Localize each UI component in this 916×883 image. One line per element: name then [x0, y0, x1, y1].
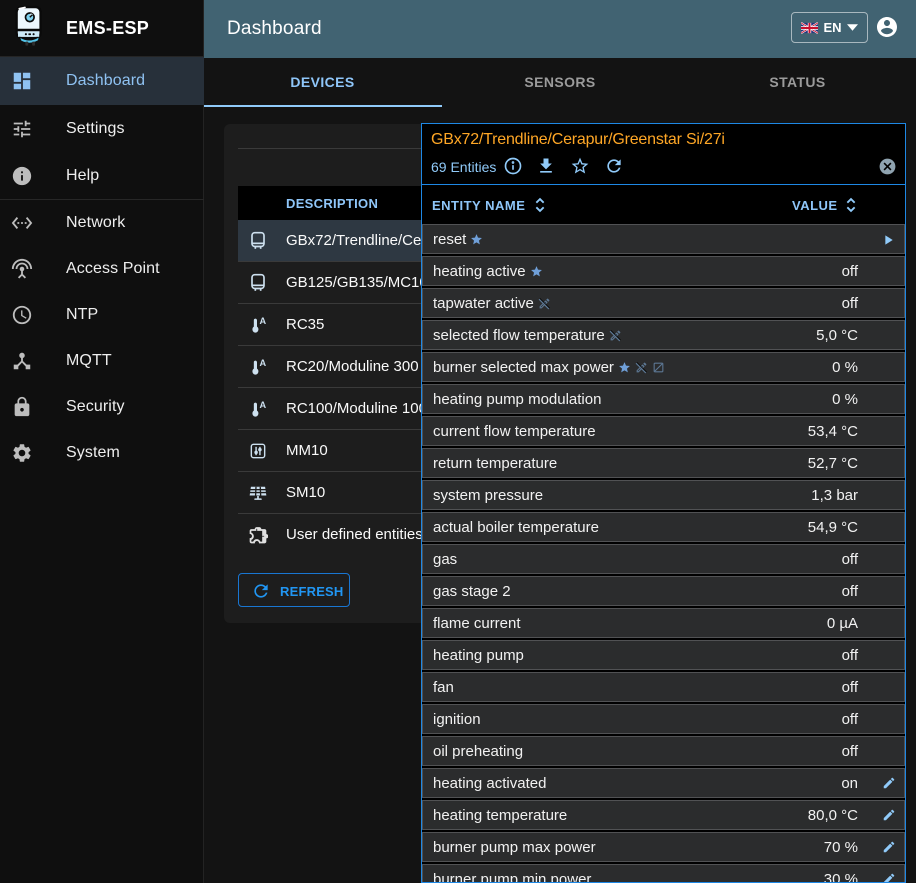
svg-text:A: A — [260, 316, 267, 326]
svg-text:A: A — [260, 400, 267, 410]
svg-text:A: A — [260, 358, 267, 368]
